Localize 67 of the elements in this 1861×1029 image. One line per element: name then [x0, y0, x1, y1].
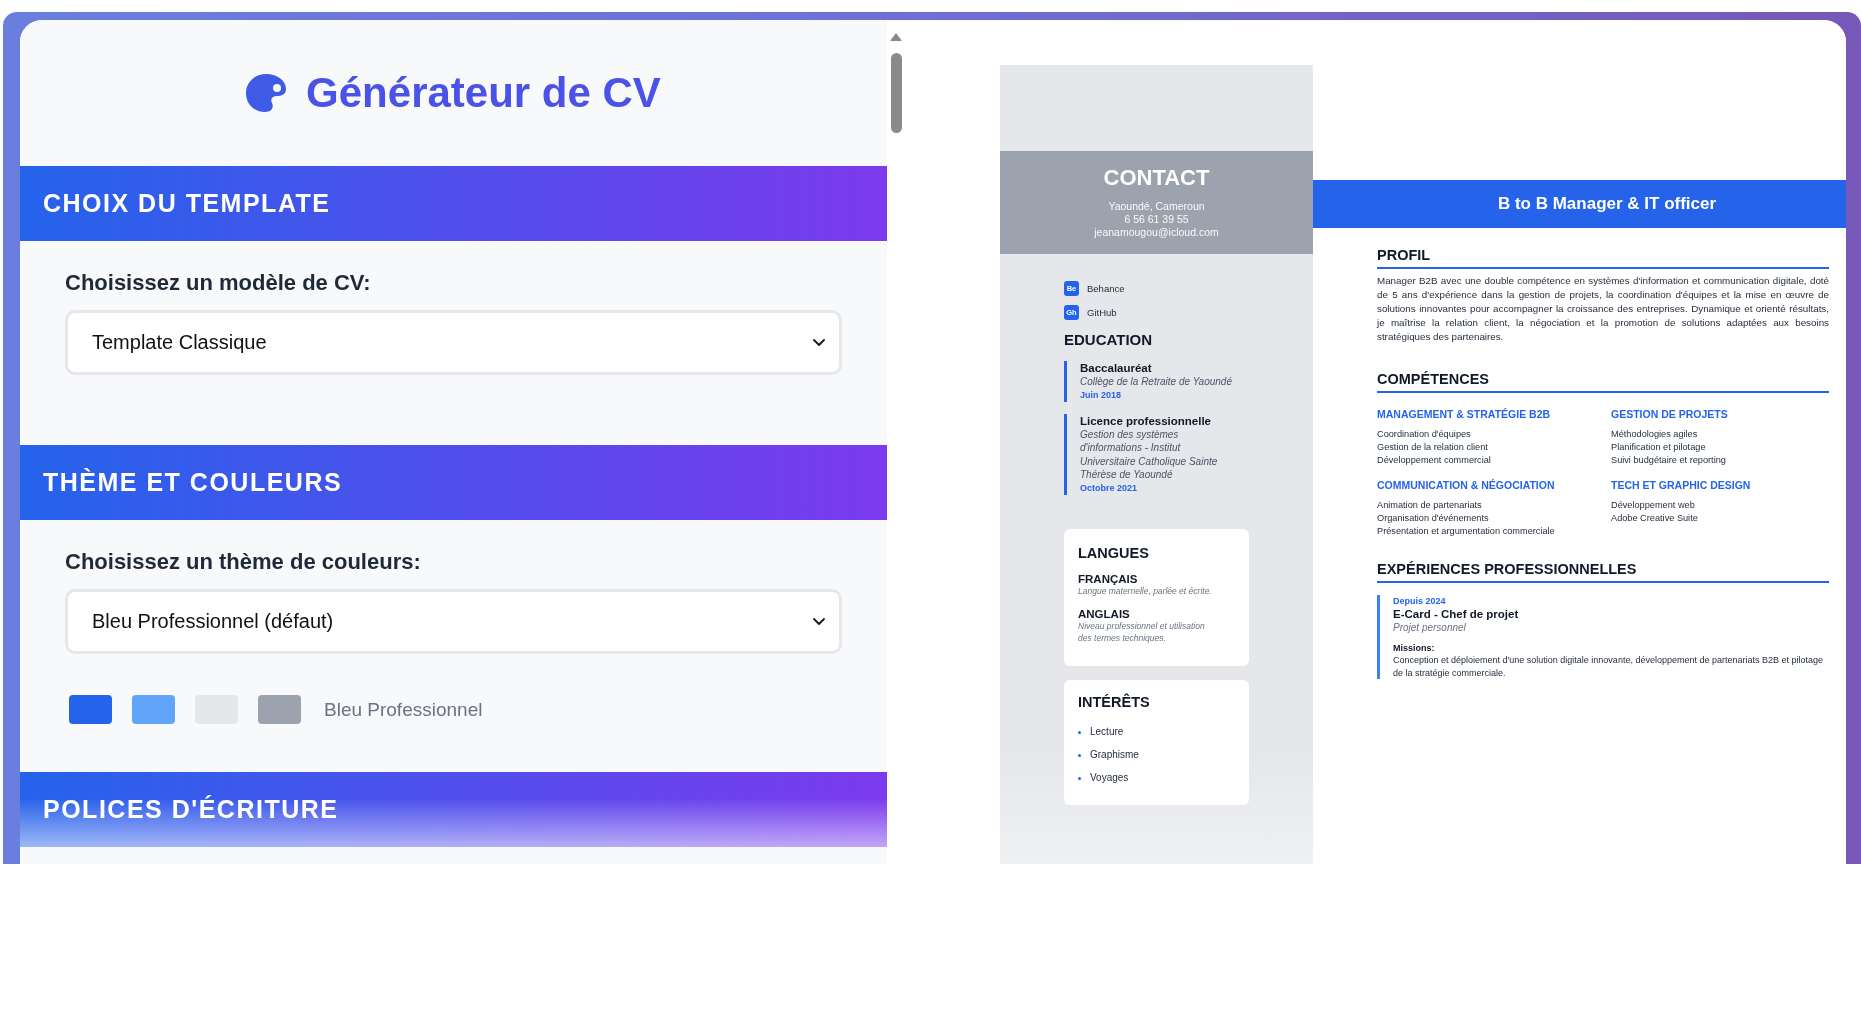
skill-item: Coordination d'équipes: [1377, 428, 1472, 441]
skill-item: Développement commercial: [1377, 454, 1492, 467]
scrollbar-thumb[interactable]: [890, 53, 902, 133]
experience-heading: EXPÉRIENCES PROFESSIONNELLES: [1377, 560, 1829, 583]
skill-group-title: COMMUNICATION & NÉGOCIATION: [1377, 479, 1556, 492]
education-title: EDUCATION: [1064, 331, 1154, 349]
contact-line: jeanamougou@icloud.com: [1093, 226, 1220, 239]
contact-line: Yaoundé, Cameroun: [1107, 200, 1206, 213]
skill-item: Suivi budgétaire et reporting: [1611, 454, 1727, 467]
language-description: Langue maternelle, parlée et écrite.: [1078, 585, 1213, 597]
section-header: POLICES D'ÉCRITURE: [20, 772, 887, 847]
bullet-icon: [1078, 753, 1081, 757]
skill-group-title: GESTION DE PROJETS: [1611, 408, 1729, 421]
palette-icon: [246, 74, 287, 112]
app-title: Générateur de CV: [306, 68, 661, 118]
skill-item: Gestion de la relation client: [1377, 441, 1489, 454]
experience-context: Projet personnel: [1393, 621, 1467, 634]
education-degree: Baccalauréat: [1080, 361, 1153, 375]
skill-group-title: TECH ET GRAPHIC DESIGN: [1611, 479, 1752, 492]
interest-item: Graphisme: [1090, 748, 1139, 762]
skill-item: Adobe Creative Suite: [1611, 512, 1699, 525]
theme-name: Bleu Professionnel: [324, 698, 483, 721]
interest-item: Voyages: [1090, 771, 1129, 785]
education-date: Octobre 2021: [1080, 481, 1139, 495]
skill-item: Développement web: [1611, 499, 1696, 512]
education-degree: Licence professionnelle: [1080, 413, 1212, 428]
language-description: Niveau professionnel et utilisation des termes techniques.: [1078, 621, 1206, 644]
field-label: Choisissez un modèle de CV:: [65, 270, 372, 296]
languages-title: LANGUES: [1078, 543, 1150, 562]
section-header: CHOIX DU TEMPLATE: [20, 166, 887, 241]
chevron-down-icon: [813, 339, 825, 346]
bullet-icon: [1078, 776, 1081, 780]
dropdown-select[interactable]: Bleu Professionnel (défaut): [65, 589, 842, 654]
education-school: Gestion des systèmes d'informations - Institut Universitaire Catholique Sainte Thérèse de Yaoundé: [1080, 427, 1219, 482]
skill-item: Animation de partenariats: [1377, 499, 1483, 512]
interests-title: INTÉRÊTS: [1078, 693, 1151, 711]
profile-text: Manager B2B avec une double compétence en systèmes d'information et communication digitale, doté de 5 ans d'expérience dans la gestion de projets, la coordination d'équipes et la mise en œuvre de solutions innovantes pour accompagner la croissance des entreprises. Dynamique et orienté résultats, je maîtrise la relation client, la négociation et la promotion de solutions adaptées aux besoins stratégiques des partenaires.: [1377, 274, 1829, 344]
dropdown-select[interactable]: Template Classique: [65, 310, 842, 375]
language-name: ANGLAIS: [1078, 607, 1131, 621]
color-swatch-icon[interactable]: [132, 695, 175, 724]
bullet-icon: [1078, 730, 1081, 734]
skill-item: Organisation d'événements: [1377, 512, 1490, 525]
color-swatch-icon[interactable]: [258, 695, 301, 724]
contact-title: CONTACT: [1102, 165, 1211, 191]
skill-item: Méthodologies agiles: [1611, 428, 1699, 441]
scroll-up-arrow-icon[interactable]: [890, 33, 902, 41]
skill-item: Présentation et argumentation commerciale: [1377, 525, 1556, 538]
chevron-down-icon: [813, 618, 825, 625]
contact-line: 6 56 61 39 55: [1123, 213, 1190, 226]
skills-heading: COMPÉTENCES: [1377, 370, 1829, 393]
missions-label: Missions:: [1393, 642, 1436, 654]
education-school: Collège de la Retraite de Yaoundé: [1080, 375, 1233, 389]
interest-item: Lecture: [1090, 725, 1124, 739]
skill-group-title: MANAGEMENT & STRATÉGIE B2B: [1377, 408, 1552, 421]
field-label: Choisissez un thème de couleurs:: [65, 549, 422, 575]
color-swatch-icon[interactable]: [69, 695, 112, 724]
skill-item: Planification et pilotage: [1611, 441, 1707, 454]
job-title-banner: B to B Manager & IT officer: [1313, 180, 1846, 228]
experience-period: Depuis 2024: [1393, 595, 1447, 607]
missions-text: Conception et déploiement d'une solution digitale innovante, développement de partenariats B2B et pilotage de la stratégie commerciale.: [1393, 654, 1825, 679]
profile-link[interactable]: GitHub: [1087, 307, 1117, 318]
profile-heading: PROFIL: [1377, 246, 1829, 269]
section-header: THÈME ET COULEURS: [20, 445, 887, 520]
language-name: FRANÇAIS: [1078, 571, 1139, 586]
experience-role: E-Card - Chef de projet: [1393, 607, 1520, 621]
profile-link[interactable]: Behance: [1087, 283, 1125, 294]
education-date: Juin 2018: [1080, 388, 1123, 402]
